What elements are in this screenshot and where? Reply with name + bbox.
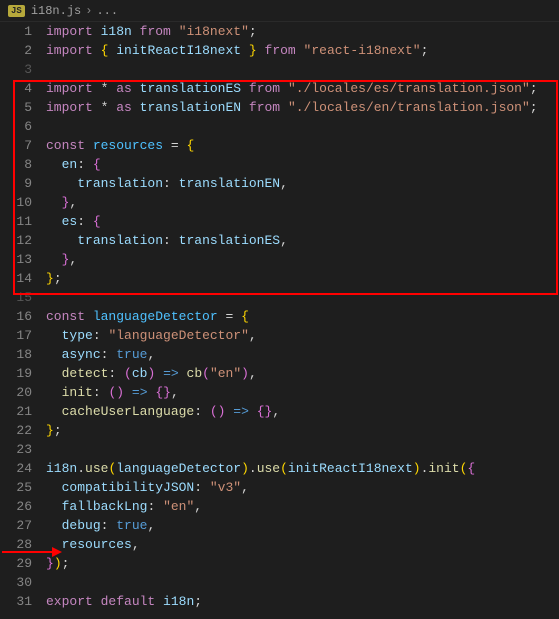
line-number-gutter: 1234567891011121314151617181920212223242…	[0, 22, 44, 619]
code-line[interactable]: import { initReactI18next } from "react-…	[44, 41, 559, 60]
code-line[interactable]	[44, 117, 559, 136]
line-number: 31	[0, 592, 32, 611]
line-number: 2	[0, 41, 32, 60]
code-line[interactable]: },	[44, 193, 559, 212]
line-number: 1	[0, 22, 32, 41]
code-line[interactable]: import i18n from "i18next";	[44, 22, 559, 41]
code-line[interactable]: },	[44, 250, 559, 269]
line-number: 6	[0, 117, 32, 136]
code-line[interactable]: init: () => {},	[44, 383, 559, 402]
breadcrumb[interactable]: JS i18n.js › ...	[0, 0, 559, 22]
line-number: 14	[0, 269, 32, 288]
line-number: 22	[0, 421, 32, 440]
code-line[interactable]: });	[44, 554, 559, 573]
code-line[interactable]	[44, 60, 559, 79]
line-number: 23	[0, 440, 32, 459]
code-line[interactable]: i18n.use(languageDetector).use(initReact…	[44, 459, 559, 478]
line-number: 3	[0, 60, 32, 79]
line-number: 26	[0, 497, 32, 516]
line-number: 12	[0, 231, 32, 250]
line-number: 8	[0, 155, 32, 174]
line-number: 7	[0, 136, 32, 155]
line-number: 20	[0, 383, 32, 402]
code-line[interactable]: cacheUserLanguage: () => {},	[44, 402, 559, 421]
code-line[interactable]: es: {	[44, 212, 559, 231]
line-number: 21	[0, 402, 32, 421]
code-line[interactable]: };	[44, 421, 559, 440]
code-line[interactable]: import * as translationEN from "./locale…	[44, 98, 559, 117]
line-number: 17	[0, 326, 32, 345]
line-number: 16	[0, 307, 32, 326]
line-number: 24	[0, 459, 32, 478]
chevron-right-icon: ›	[85, 4, 92, 18]
code-line[interactable]: translation: translationES,	[44, 231, 559, 250]
line-number: 29	[0, 554, 32, 573]
code-line[interactable]: detect: (cb) => cb("en"),	[44, 364, 559, 383]
breadcrumb-more[interactable]: ...	[96, 4, 118, 18]
code-line[interactable]	[44, 440, 559, 459]
line-number: 28	[0, 535, 32, 554]
line-number: 25	[0, 478, 32, 497]
line-number: 30	[0, 573, 32, 592]
code-line[interactable]	[44, 288, 559, 307]
code-line[interactable]: export default i18n;	[44, 592, 559, 611]
line-number: 13	[0, 250, 32, 269]
code-line[interactable]: en: {	[44, 155, 559, 174]
code-line[interactable]: const resources = {	[44, 136, 559, 155]
code-line[interactable]	[44, 573, 559, 592]
line-number: 19	[0, 364, 32, 383]
breadcrumb-file[interactable]: i18n.js	[31, 4, 81, 18]
line-number: 5	[0, 98, 32, 117]
code-line[interactable]: debug: true,	[44, 516, 559, 535]
code-line[interactable]: };	[44, 269, 559, 288]
line-number: 15	[0, 288, 32, 307]
code-line[interactable]: import * as translationES from "./locale…	[44, 79, 559, 98]
code-content[interactable]: import i18n from "i18next";import { init…	[44, 22, 559, 619]
line-number: 11	[0, 212, 32, 231]
line-number: 18	[0, 345, 32, 364]
line-number: 27	[0, 516, 32, 535]
code-line[interactable]: fallbackLng: "en",	[44, 497, 559, 516]
line-number: 4	[0, 79, 32, 98]
code-line[interactable]: const languageDetector = {	[44, 307, 559, 326]
code-line[interactable]: compatibilityJSON: "v3",	[44, 478, 559, 497]
line-number: 9	[0, 174, 32, 193]
code-line[interactable]: type: "languageDetector",	[44, 326, 559, 345]
js-file-icon: JS	[8, 5, 25, 17]
code-line[interactable]: async: true,	[44, 345, 559, 364]
code-editor[interactable]: 1234567891011121314151617181920212223242…	[0, 22, 559, 619]
code-line[interactable]: resources,	[44, 535, 559, 554]
code-line[interactable]: translation: translationEN,	[44, 174, 559, 193]
line-number: 10	[0, 193, 32, 212]
